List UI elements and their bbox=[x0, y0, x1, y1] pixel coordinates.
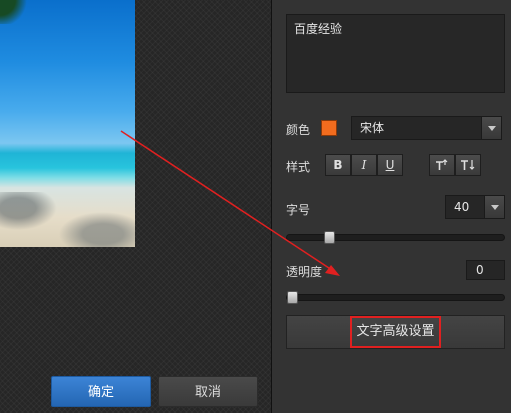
preview-image bbox=[0, 0, 135, 247]
text-direction-icon bbox=[461, 160, 475, 170]
italic-button[interactable]: I bbox=[351, 154, 377, 176]
text-direction-button[interactable] bbox=[455, 154, 481, 176]
font-size-slider-thumb[interactable] bbox=[324, 231, 335, 244]
font-size-value: 40 bbox=[454, 200, 470, 214]
palm-shadow bbox=[0, 192, 60, 232]
text-superscript-button[interactable] bbox=[429, 154, 455, 176]
color-label: 颜色 bbox=[286, 123, 311, 137]
opacity-slider-thumb[interactable] bbox=[287, 291, 298, 304]
underline-button[interactable]: U bbox=[377, 154, 403, 176]
text-settings-panel: 百度经验 颜色 宋体 样式 B I U 字号 40 透明度 0 文字高级设置 bbox=[272, 0, 511, 413]
preview-canvas: 确定 取消 bbox=[0, 0, 271, 413]
cancel-button[interactable]: 取消 bbox=[158, 376, 258, 407]
font-size-slider-track[interactable] bbox=[286, 234, 505, 241]
palm-shadow bbox=[55, 210, 135, 247]
chevron-down-icon[interactable] bbox=[481, 117, 501, 139]
text-content-input[interactable]: 百度经验 bbox=[286, 14, 505, 93]
confirm-button[interactable]: 确定 bbox=[51, 376, 151, 407]
font-select-value: 宋体 bbox=[360, 121, 385, 135]
advanced-text-settings-label: 文字高级设置 bbox=[350, 316, 441, 348]
color-swatch[interactable] bbox=[321, 120, 337, 136]
bold-button[interactable]: B bbox=[325, 154, 351, 176]
chevron-down-icon[interactable] bbox=[484, 196, 504, 218]
opacity-label: 透明度 bbox=[286, 265, 323, 279]
font-select[interactable]: 宋体 bbox=[351, 116, 502, 140]
opacity-input[interactable]: 0 bbox=[466, 260, 505, 280]
size-label: 字号 bbox=[286, 203, 311, 217]
style-label: 样式 bbox=[286, 160, 311, 174]
text-superscript-icon bbox=[436, 159, 448, 170]
palm-leaf bbox=[0, 0, 30, 24]
opacity-slider-track[interactable] bbox=[286, 294, 505, 301]
advanced-text-settings-button[interactable]: 文字高级设置 bbox=[286, 315, 505, 349]
font-size-select[interactable]: 40 bbox=[445, 195, 505, 219]
